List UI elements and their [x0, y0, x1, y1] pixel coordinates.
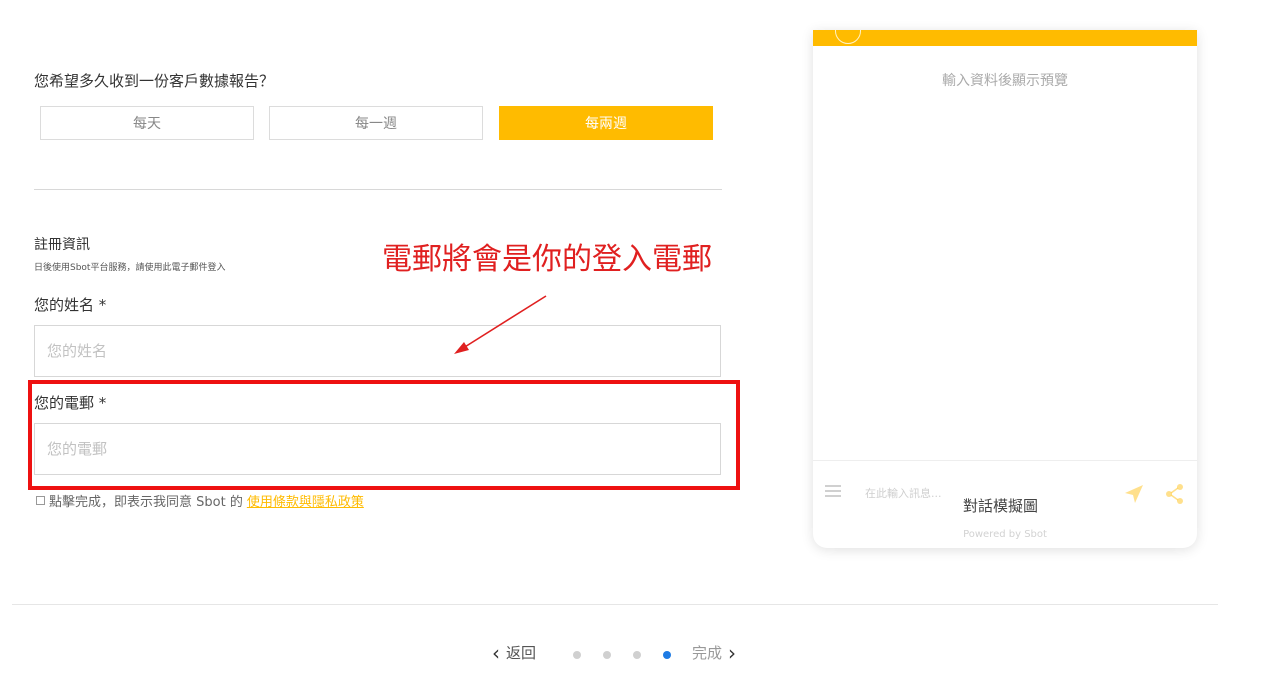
registration-subtitle: 日後使用Sbot平台服務，請使用此電子郵件登入	[34, 263, 226, 273]
preview-hint: 輸入資料後顯示預覽	[942, 73, 1068, 89]
frequency-option-biweekly[interactable]: 每兩週	[499, 106, 713, 140]
terms-link[interactable]: 使用條款與隱私政策	[247, 491, 364, 510]
chat-preview-card: 輸入資料後顯示預覽 在此輸入訊息... 對話模擬圖 Powered by Sbo…	[813, 30, 1197, 548]
finish-button[interactable]: 完成 ›	[692, 642, 736, 663]
preview-footer: 在此輸入訊息... 對話模擬圖 Powered by Sbot	[813, 460, 1197, 548]
frequency-option-daily[interactable]: 每天	[40, 106, 254, 140]
powered-by-label: Powered by Sbot	[963, 529, 1047, 540]
name-input[interactable]	[34, 325, 721, 377]
step-dot-1	[573, 651, 581, 659]
step-dot-2	[603, 651, 611, 659]
chat-message-input[interactable]: 在此輸入訊息...	[865, 485, 942, 501]
email-input[interactable]	[34, 423, 721, 475]
frequency-option-weekly[interactable]: 每一週	[269, 106, 483, 140]
menu-icon[interactable]	[825, 485, 841, 497]
share-icon[interactable]	[1165, 483, 1185, 505]
step-dot-3	[633, 651, 641, 659]
finish-label: 完成	[692, 644, 723, 662]
chevron-right-icon: ›	[728, 640, 737, 665]
step-dot-4-active	[663, 651, 671, 659]
agreement-checkbox[interactable]	[36, 496, 45, 505]
footer-divider	[12, 604, 1218, 605]
preview-caption: 對話模擬圖	[963, 497, 1039, 515]
agreement-text: 點擊完成，即表示我同意 Sbot 的	[49, 495, 243, 510]
agreement-row: 點擊完成，即表示我同意 Sbot 的 使用條款與隱私政策	[36, 491, 364, 510]
chevron-left-icon: ‹	[492, 640, 500, 665]
avatar	[835, 30, 861, 44]
registration-title: 註冊資訊	[34, 237, 90, 253]
preview-header	[813, 30, 1197, 46]
name-label: 您的姓名 *	[34, 296, 107, 314]
annotation-arrow	[454, 295, 547, 354]
report-frequency-question: 您希望多久收到一份客戶數據報告？	[34, 72, 275, 90]
annotation-text: 電郵將會是你的登入電郵	[382, 242, 712, 277]
back-label: 返回	[506, 644, 537, 662]
send-icon[interactable]	[1123, 483, 1145, 505]
back-button[interactable]: ‹ 返回	[492, 642, 536, 663]
section-divider	[34, 189, 722, 190]
email-label: 您的電郵 *	[34, 394, 107, 412]
